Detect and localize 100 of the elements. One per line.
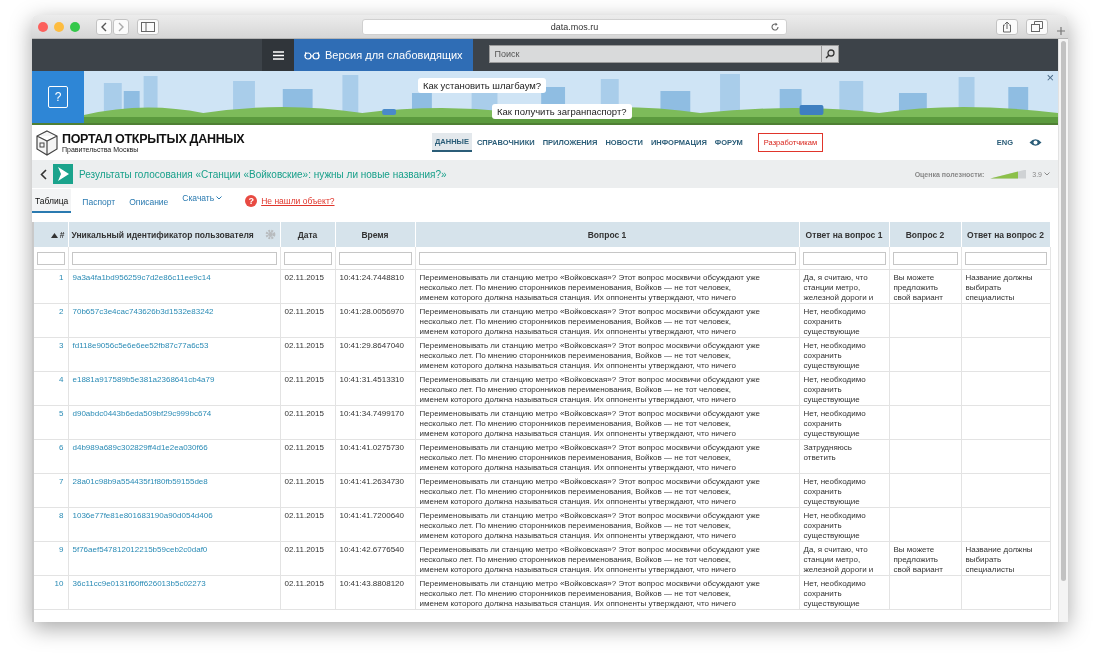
accessibility-button[interactable]: Версия для слабовидящих [294,39,473,71]
eye-icon[interactable] [1029,138,1042,147]
scrollbar[interactable] [1058,39,1068,622]
row-number: 5 [59,409,64,418]
date-cell: 02.11.2015 [280,439,335,474]
row-number: 10 [54,579,64,588]
portal-title[interactable]: ПОРТАЛ ОТКРЫТЫХ ДАННЫХ [62,132,245,146]
sidebar-icon [141,21,155,32]
speech-bubble[interactable]: Как установить шлагбаум? [418,78,547,93]
sort-arrow-icon [50,232,58,238]
filter-field[interactable] [418,251,796,265]
row-number: 6 [59,443,64,452]
row-number: 9 [59,545,64,554]
user-id-link[interactable]: 70b657c3e4cac743626b3d1532e83242 [72,307,214,316]
help-icon[interactable]: ? [245,195,258,207]
column-header[interactable]: Вопрос 1 [415,222,799,247]
table-cell: Затрудняюсь ответить [799,439,889,474]
filter-field[interactable] [892,251,958,265]
table-cell: Переименовывать ли станцию метро «Войковская»? Этот вопрос москвичи обсуждают уже несколько лет. По мнению сторонников переименования, Войков — не тот человек, именем которого должна называться станция. Их оппоненты утверждают, что ничего [415,473,799,508]
user-id-link[interactable]: 36c11cc9e0131f60ff626013b5c02273 [72,579,206,588]
back-button[interactable] [96,18,112,35]
chevron-right-icon [117,21,125,32]
user-id-link[interactable]: 5f76aef547812012215b59ceb2c0daf0 [72,545,208,554]
menu-button[interactable] [262,39,294,71]
table-cell: Нет, необходимо сохранить существующие [799,575,889,610]
user-id-link[interactable]: e1881a917589b5e381a2368641cb4a79 [72,375,215,384]
user-id-link[interactable]: fd118e9056c5e6e6ee52fb87c77a6c53 [72,341,209,350]
column-header[interactable]: # [34,222,68,247]
table-cell: Да, я считаю, что станции метро, железной дороги и [799,541,889,576]
download-dropdown[interactable]: Скачать [179,188,226,208]
date-cell: 02.11.2015 [280,541,335,576]
time-cell: 10:41:29.8647040 [335,337,415,372]
reload-icon[interactable] [770,21,780,32]
glasses-icon [304,50,320,60]
filter-field[interactable] [964,251,1047,265]
row-number: 3 [59,341,64,350]
column-header[interactable]: Ответ на вопрос 1 [799,222,889,247]
share-button[interactable] [996,18,1018,35]
user-id-link[interactable]: 9a3a4fa1bd956259c7d2e86c11ee9c14 [72,273,211,282]
caret-icon [1044,172,1050,176]
filter-field[interactable] [338,251,412,265]
time-cell: 10:41:41.7200640 [335,507,415,542]
column-header[interactable]: Дата [280,222,335,247]
tab[interactable]: Паспорт [79,190,119,212]
chevron-left-icon [100,21,108,32]
row-number: 2 [59,307,64,316]
table-cell: Переименовывать ли станцию метро «Войковская»? Этот вопрос москвичи обсуждают уже несколько лет. По мнению сторонников переименования, Войков — не тот человек, именем которого должна называться станция. Их оппоненты утверждают, что ничего [415,575,799,610]
filter-field[interactable] [37,251,65,265]
tabs-icon [1031,21,1043,32]
search-icon [824,49,835,59]
column-header[interactable]: Уникальный идентификатор пользователя [68,222,280,247]
user-id-link[interactable]: d90abdc0443b6eda509bf29c999bc674 [72,409,212,418]
table-cell: Переименовывать ли станцию метро «Войковская»? Этот вопрос москвичи обсуждают уже несколько лет. По мнению сторонников переименования, Войков — не тот человек, именем которого должна называться станция. Их оппоненты утверждают, что ничего [415,269,799,304]
table-cell: Переименовывать ли станцию метро «Войковская»? Этот вопрос москвичи обсуждают уже несколько лет. По мнению сторонников переименования, Войков — не тот человек, именем которого должна называться станция. Их оппоненты утверждают, что ничего [415,507,799,542]
sidebar-button[interactable] [137,18,159,35]
time-cell: 10:41:41.0275730 [335,439,415,474]
tab[interactable]: Описание [126,190,172,212]
filter-field[interactable] [71,251,277,265]
gear-icon[interactable] [264,229,276,240]
report-missing-link[interactable]: Не нашли объект? [261,196,335,206]
table-cell: Нет, необходимо сохранить существующие [799,405,889,440]
date-cell: 02.11.2015 [280,269,335,304]
close-button[interactable]: × [1046,71,1054,84]
close-window-button[interactable] [38,21,48,32]
column-header[interactable]: Время [335,222,415,247]
row-number: 4 [59,375,64,384]
date-cell: 02.11.2015 [280,303,335,338]
filter-field[interactable] [283,251,332,265]
menu-icon [272,50,284,60]
table-cell: Переименовывать ли станцию метро «Войковская»? Этот вопрос москвичи обсуждают уже несколько лет. По мнению сторонников переименования, Войков — не тот человек, именем которого должна называться станция. Их оппоненты утверждают, что ничего [415,337,799,372]
table-cell: Переименовывать ли станцию метро «Войковская»? Этот вопрос москвичи обсуждают уже несколько лет. По мнению сторонников переименования, Войков — не тот человек, именем которого должна называться станция. Их оппоненты утверждают, что ничего [415,371,799,406]
time-cell: 10:41:28.0056970 [335,303,415,338]
row-number: 1 [59,273,64,282]
table-cell: Переименовывать ли станцию метро «Войковская»? Этот вопрос москвичи обсуждают уже несколько лет. По мнению сторонников переименования, Войков — не тот человек, именем которого должна называться станция. Их оппоненты утверждают, что ничего [415,303,799,338]
user-id-link[interactable]: 28a01c98b9a554435f1f80fb59155de8 [72,477,208,486]
column-header[interactable]: Вопрос 2 [889,222,961,247]
user-id-link[interactable]: 1036e77fe81e801683190a90d054d406 [72,511,213,520]
zoom-window-button[interactable] [70,21,80,32]
table-cell: Нет, необходимо сохранить существующие [799,371,889,406]
new-tab-icon[interactable] [1056,26,1066,36]
date-cell: 02.11.2015 [280,405,335,440]
time-cell: 10:41:42.6776540 [335,541,415,576]
back-icon[interactable] [40,168,47,180]
time-cell: 10:41:43.8808120 [335,575,415,610]
table-cell: Вы можете предложить свой вариант [889,269,961,304]
tabs-button[interactable] [1026,18,1048,35]
filter-field[interactable] [802,251,886,265]
dataset-title: Результаты голосования «Станции «Войковские»: нужны ли новые названия?» [79,168,447,180]
search-field[interactable]: Поиск [488,45,821,63]
table-cell: Переименовывать ли станцию метро «Войковская»? Этот вопрос москвичи обсуждают уже несколько лет. По мнению сторонников переименования, Войков — не тот человек, именем которого должна называться станция. Их оппоненты утверждают, что ничего [415,439,799,474]
cube-logo-icon[interactable] [36,129,58,156]
tab[interactable]: Таблица [32,189,72,213]
address-bar[interactable]: data.mos.ru [362,18,787,35]
table-cell: Переименовывать ли станцию метро «Войковская»? Этот вопрос москвичи обсуждают уже несколько лет. По мнению сторонников переименования, Войков — не тот человек, именем которого должна называться станция. Их оппоненты утверждают, что ничего [415,405,799,440]
user-id-link[interactable]: d4b989a689c302829ff4d1e2ea030f66 [72,443,208,452]
help-icon[interactable]: ? [32,71,84,123]
minimize-window-button[interactable] [54,21,64,32]
table-cell: Название должны выбирать специалисты [961,269,1050,304]
column-header[interactable]: Ответ на вопрос 2 [961,222,1050,247]
speech-bubble[interactable]: Как получить загранпаспорт? [492,104,632,119]
